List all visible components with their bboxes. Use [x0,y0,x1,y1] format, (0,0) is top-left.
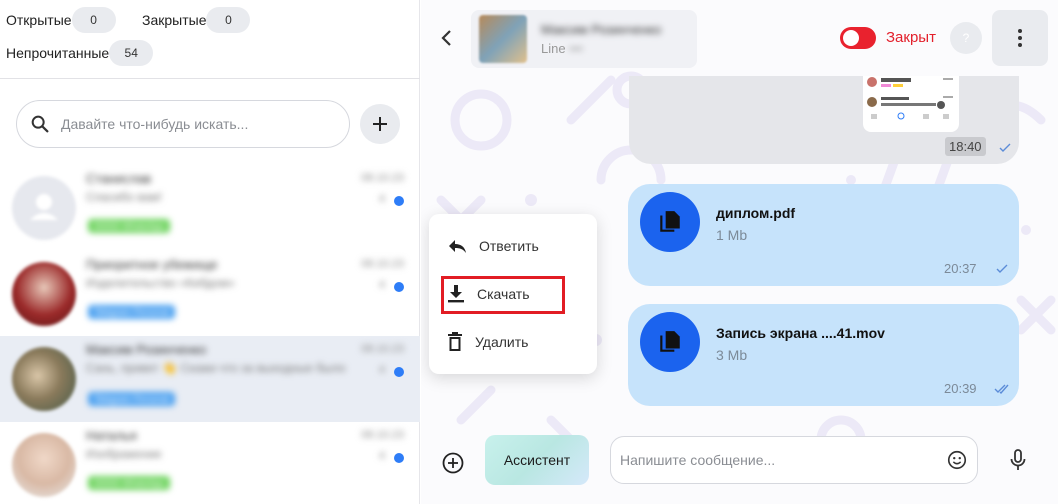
chat-preview: Изображение [86,447,162,461]
chat-name: Приоритное убежище [86,257,218,272]
chat-name: Максим Розинченко [86,342,207,357]
file-icon [660,331,680,352]
chat-list-item[interactable]: Станислав 08.10.23 Спасибо вам! 4 DDDD W… [0,165,420,251]
filter-bar: Открытые 0 Закрытые 0 Непрочитанные 54 [0,0,420,79]
file-size: 1 Mb [716,227,748,243]
unread-indicator [394,196,404,206]
chat-unread-count: 4 [378,279,385,291]
file-message[interactable]: диплом.pdf 1 Mb 20:37 [628,184,1019,286]
more-vertical-icon [1018,29,1022,47]
chat-name: Наталья [86,428,137,443]
menu-item-reply[interactable]: Ответить [429,228,597,264]
search-icon [31,115,49,133]
chat-preview: Спасибо вам! [86,190,162,204]
contact-channel-label: Line [541,41,566,56]
new-chat-button[interactable] [360,104,400,144]
channel-tag: DDDD WhatsApp [88,476,171,490]
filter-closed-count: 0 [206,7,251,33]
conversation-panel: Максим Розинченко Line ••• Закрыт ? 18:4… [421,0,1058,504]
chat-unread-count: 4 [378,193,385,205]
channel-tag: Telegram Personal [88,392,176,406]
file-download-button[interactable] [640,192,700,252]
unread-indicator [394,367,404,377]
trash-icon [448,332,462,351]
message-time: 20:37 [944,261,977,276]
chat-unread-count: 4 [378,450,385,462]
file-size: 3 Mb [716,347,748,363]
contact-name: Максим Розинченко [541,22,662,37]
back-arrow-icon[interactable] [435,26,459,50]
avatar [12,176,76,240]
more-options-button[interactable] [992,10,1048,66]
filter-unread-count: 54 [109,40,154,66]
filter-unread[interactable]: Непрочитанные 54 [6,40,154,66]
chat-status-toggle[interactable] [840,27,876,49]
file-name: диплом.pdf [716,205,796,221]
avatar [12,433,76,497]
chat-list-item[interactable]: Наталья 08.10.23 Изображение 4 DDDD What… [0,422,420,504]
chat-preview: Изделительство «Кибдом» [86,276,235,290]
chat-name: Станислав [86,171,152,186]
filter-closed-label: Закрытые [142,12,207,28]
file-message[interactable]: Запись экрана ....41.mov 3 Mb 20:39 [628,304,1019,406]
avatar [12,347,76,411]
menu-item-reply-label: Ответить [479,238,539,254]
assistant-button[interactable]: Ассистент [485,435,589,485]
file-download-button[interactable] [640,312,700,372]
file-icon [660,211,680,232]
menu-item-delete[interactable]: Удалить [429,324,597,360]
add-circle-icon[interactable] [441,451,465,475]
channel-tag: Telegram Personal [88,305,176,319]
chat-time: 08.10.23 [361,429,404,441]
conversation-header: Максим Розинченко Line ••• Закрыт ? [421,0,1058,76]
chat-time: 08.10.23 [361,172,404,184]
avatar [12,262,76,326]
message-composer: Ассистент [421,420,1058,504]
message-context-menu: Ответить Скачать Удалить [429,214,597,374]
chat-time: 08.10.23 [361,258,404,270]
contact-card[interactable]: Максим Розинченко Line ••• [471,10,697,68]
image-thumbnail[interactable] [863,76,959,132]
unread-indicator [394,282,404,292]
user-placeholder-icon [30,194,58,220]
message-time: 18:40 [945,137,986,156]
search-input[interactable] [61,116,331,132]
chat-preview: Сань, привет 👋 Скажи что за выходные был… [86,361,346,375]
chat-time: 08.10.23 [361,343,404,355]
filter-open-label: Открытые [6,12,72,28]
channel-tag: DDDD WhatsApp [88,219,171,233]
chat-unread-count: 4 [378,364,385,376]
chat-list-item-active[interactable]: Максим Розинченко 08.10.23 Сань, привет … [0,336,420,422]
screenshot-preview [867,77,953,120]
plus-icon [373,117,387,131]
contact-channel: Line ••• [541,41,583,56]
chat-list-panel: Открытые 0 Закрытые 0 Непрочитанные 54 С… [0,0,420,504]
contact-channel-extra: ••• [569,41,583,56]
filter-open-count: 0 [71,7,116,33]
message-time: 20:39 [944,381,977,396]
reply-icon [449,240,466,253]
message-input[interactable] [620,452,940,468]
help-button[interactable]: ? [950,22,982,54]
microphone-icon[interactable] [1006,448,1030,472]
contact-avatar [479,15,527,63]
filter-closed[interactable]: Закрытые 0 [142,7,251,33]
message-input-box[interactable] [610,436,978,484]
check-icon [996,264,1008,273]
file-name: Запись экрана ....41.mov [716,325,885,341]
unread-indicator [394,453,404,463]
filter-unread-label: Непрочитанные [6,45,110,61]
search-box[interactable] [16,100,350,148]
highlight-box [441,276,565,314]
chat-list-item[interactable]: Приоритное убежище 08.10.23 Изделительст… [0,251,420,337]
double-check-icon [994,384,1009,394]
image-message[interactable]: 18:40 [629,76,1019,164]
chat-status-label: Закрыт [886,29,936,46]
menu-item-delete-label: Удалить [475,334,529,350]
check-icon [999,143,1011,152]
filter-open[interactable]: Открытые 0 [6,7,116,33]
emoji-icon[interactable] [946,449,968,471]
